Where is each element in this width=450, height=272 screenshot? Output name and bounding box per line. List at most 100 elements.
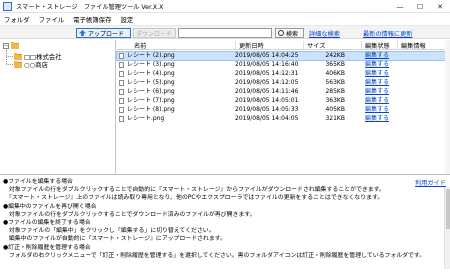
file-size: 406KB [325,70,345,77]
image-file-icon [119,107,124,113]
tree-connector [6,56,13,57]
maximize-icon[interactable]: ☐ [410,0,430,13]
refresh-latest-link[interactable]: 最新の情報に更新 [363,29,413,38]
file-name: レシート (4).png [127,70,175,77]
file-name: レシート (8).png [127,106,175,113]
file-name: レシート (3).png [127,61,175,68]
help-text-line: ●訂正・削除履歴を管理する場合 [3,244,91,251]
download-label: ダウンロード [136,30,173,38]
help-text-line: 対象ファイルの「編集中」をクリックし「編集する」に切り替えてください。 [3,228,215,235]
file-name: レシート.png [127,115,165,122]
help-text-line: フォルダの右クリックメニューで「訂正・削除履歴を管理する」を選択してください。黒… [3,252,426,259]
column-size[interactable]: サイズ [303,41,325,50]
file-size: 365KB [325,61,345,68]
image-file-icon [119,53,124,59]
file-size: 563KB [325,79,345,86]
column-name[interactable]: 名前 [131,41,146,50]
edit-status-link[interactable]: 編集する [365,52,389,60]
menu-file[interactable]: ファイル [39,15,65,24]
menu-bar: フォルダ ファイル 電子帳簿保存 設定 [0,13,450,25]
file-date: 2019/08/05 14:12:31 [235,70,299,77]
app-icon [3,1,12,11]
edit-status-link[interactable]: 編集する [365,88,389,96]
file-date: 2019/08/05 14:04:05 [235,115,299,122]
file-size: 242KB [325,52,345,59]
image-file-icon [119,89,124,95]
help-text-line: ●ファイルの編集を終了する場合 [3,220,91,226]
file-date: 2019/08/05 14:04:25 [235,52,299,59]
close-icon[interactable]: ✕ [430,0,450,13]
table-row[interactable]: レシート (6).png 2019/08/05 14:11:46 285KB 編集する [117,88,450,96]
window-title: スマート・ストレージ ファイル管理ツール Ver.X.X [16,3,164,11]
file-size: 285KB [325,88,345,95]
search-icon [278,30,284,36]
upload-button[interactable]: アップロード [76,28,131,38]
edit-status-link[interactable]: 編集する [365,97,389,105]
edit-status-link[interactable]: 編集する [365,70,389,78]
collapse-icon[interactable]: − [3,43,9,49]
image-file-icon [119,62,124,68]
help-scrollbar-thumb[interactable] [446,189,450,229]
table-row[interactable]: レシート (2).png 2019/08/05 14:04:25 242KB 編集する [116,51,450,61]
help-panel: 利用ガイド ●ファイルを編集する場合 対象ファイルの行をダブルクリックすることで… [0,174,450,272]
column-info[interactable]: 編集情報 [397,41,426,50]
edit-status-link[interactable]: 編集する [365,61,389,69]
file-name: レシート (6).png [127,88,175,95]
file-name: レシート (7).png [127,97,175,104]
folder-tree: − □□株式会社 ○○商店 [0,40,116,174]
help-text-line: ●ファイルを編集する場合 [3,179,73,185]
file-date: 2019/08/05 14:11:46 [235,88,299,95]
column-date[interactable]: 更新日時 [235,41,264,50]
upload-label: アップロード [88,30,125,38]
search-button[interactable]: 検索 [275,28,304,38]
file-date: 2019/08/05 14:05:01 [235,97,299,104]
toolbar: アップロード ダウンロード 検索 詳細な検索 最新の情報に更新 [0,25,450,39]
help-text-line: ●編集中のファイルを再び開く場合 [3,203,97,210]
advanced-search-link[interactable]: 詳細な検索 [309,29,340,38]
edit-status-link[interactable]: 編集する [365,106,389,114]
user-guide-link[interactable]: 利用ガイド [415,178,446,187]
menu-folder[interactable]: フォルダ [4,15,30,24]
folder-icon [11,42,19,49]
help-text-line: 『スマート・ストレージ』上のファイルは読み取り専用となり、他のPCやエクスプロー… [3,195,384,202]
image-file-icon [119,98,124,104]
table-row[interactable]: レシート (7).png 2019/08/05 14:05:01 363KB 編集する [117,97,450,105]
table-row[interactable]: レシート (5).png 2019/08/05 14:12:05 563KB 編集する [117,79,450,87]
folder-icon [14,60,22,68]
tree-item-label: ○○商店 [24,61,48,69]
edit-status-link[interactable]: 編集する [365,79,389,87]
edit-status-link[interactable]: 編集する [365,115,389,123]
table-row[interactable]: レシート (4).png 2019/08/05 14:12:31 406KB 編集する [117,70,450,78]
menu-settings[interactable]: 設定 [120,15,133,24]
tree-item-shop[interactable]: ○○商店 [14,60,48,69]
file-date: 2019/08/05 14:16:40 [235,61,299,68]
window-controls: — ☐ ✕ [390,0,450,13]
tree-root[interactable]: − [3,42,21,49]
download-button: ダウンロード [133,28,176,38]
file-list-header: 名前 更新日時 サイズ 編集状態 編集情報 [117,40,450,50]
title-bar: スマート・ストレージ ファイル管理ツール Ver.X.X — ☐ ✕ [0,0,450,13]
table-row[interactable]: レシート (8).png 2019/08/05 14:05:33 405KB 編集する [117,106,450,114]
search-input[interactable] [178,28,272,38]
menu-e-book-storage[interactable]: 電子帳簿保存 [73,15,111,24]
table-row[interactable]: レシート (3).png 2019/08/05 14:16:40 365KB 編集する [117,61,450,69]
file-date: 2019/08/05 14:12:05 [235,79,299,86]
file-date: 2019/08/05 14:05:33 [235,106,299,113]
tree-connector [6,50,7,64]
image-file-icon [119,80,124,86]
tree-connector [6,64,13,65]
help-text-line: 編集中のファイルが自動的に『スマート・ストレージ』にアップロードされます。 [3,236,226,243]
list-scrollbar[interactable] [445,40,450,174]
file-size: 363KB [325,97,345,104]
table-row[interactable]: レシート.png 2019/08/05 14:04:05 321KB 編集する [117,115,450,123]
image-file-icon [119,71,124,77]
file-list: 名前 更新日時 サイズ 編集状態 編集情報 レシート (2).png 2019/0… [116,40,450,174]
file-size: 321KB [325,115,345,122]
folder-icon [14,52,22,60]
column-status[interactable]: 編集状態 [361,41,390,50]
minimize-icon[interactable]: — [390,0,410,13]
file-name: レシート (5).png [127,79,175,86]
help-scrollbar[interactable] [444,187,450,269]
upload-icon [79,30,86,36]
file-name: レシート (2).png [127,52,175,59]
